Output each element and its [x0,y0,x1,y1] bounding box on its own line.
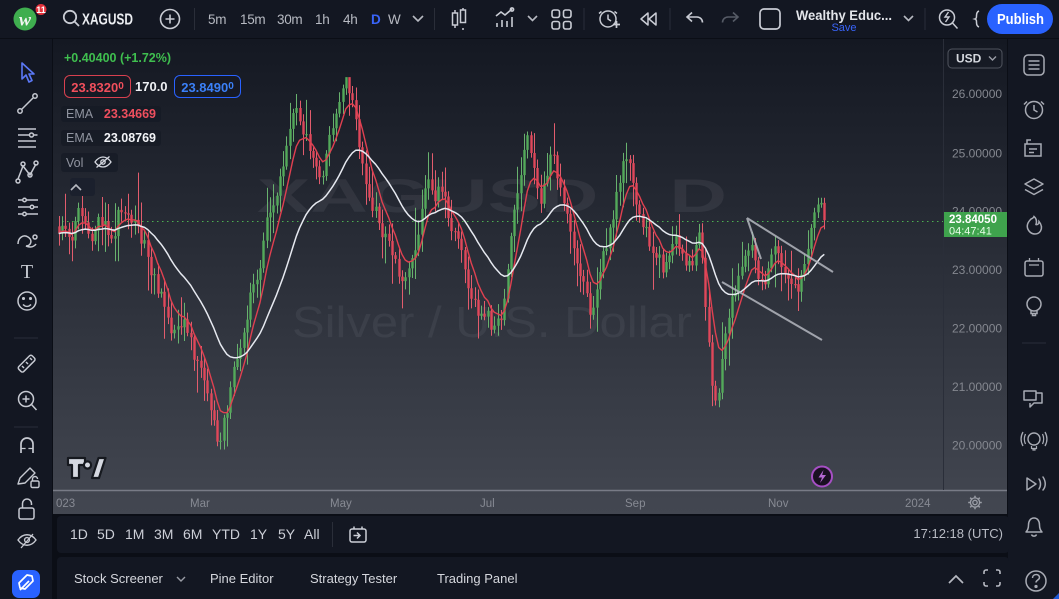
svg-text:Mar: Mar [190,498,210,510]
svg-text:Jul: Jul [480,498,495,510]
svg-text:Sep: Sep [625,498,645,510]
svg-text:Save: Save [831,22,856,34]
svg-text:023: 023 [56,498,75,510]
svg-text:26.00000: 26.00000 [952,87,1002,101]
svg-text:21.00000: 21.00000 [952,380,1002,394]
svg-text:Wealthy Educ...: Wealthy Educ... [796,7,892,23]
svg-text:23.84050: 23.84050 [949,214,997,226]
svg-text:XAGUSD · D: XAGUSD · D [257,169,727,222]
svg-text:22.00000: 22.00000 [952,322,1002,336]
svg-text:T: T [21,261,33,283]
svg-text:04:47:41: 04:47:41 [949,226,992,238]
svg-text:2024: 2024 [905,498,931,510]
svg-text:May: May [330,498,352,510]
svg-text:23.00000: 23.00000 [952,263,1002,277]
svg-text:25.00000: 25.00000 [952,147,1002,161]
svg-text:Publish: Publish [997,12,1044,28]
svg-text:20.00000: 20.00000 [952,439,1002,453]
svg-text:Nov: Nov [768,498,789,510]
svg-text:USD: USD [956,52,982,66]
